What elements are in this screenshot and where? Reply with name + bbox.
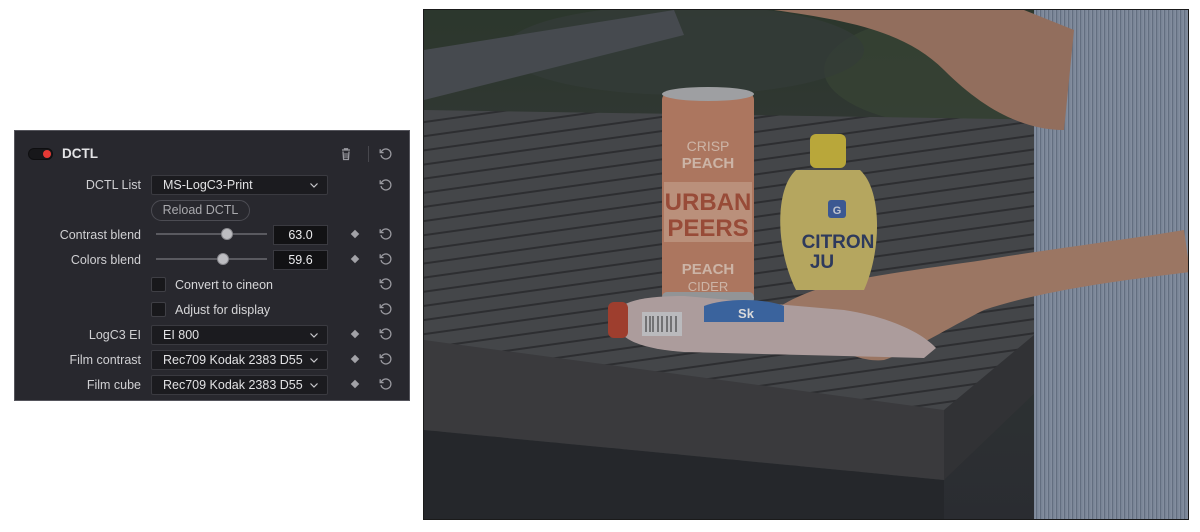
- dctl-list-dropdown[interactable]: MS-LogC3-Print: [151, 175, 328, 195]
- contrast-blend-label: Contrast blend: [59, 228, 141, 242]
- film-contrast-dropdown[interactable]: Rec709 Kodak 2383 D55: [151, 350, 328, 370]
- reset-icon[interactable]: [378, 146, 394, 162]
- logc3-ei-label: LogC3 EI: [88, 328, 141, 342]
- film-contrast-value: Rec709 Kodak 2383 D55: [163, 353, 303, 367]
- keyframe-diamond-icon[interactable]: [350, 354, 360, 364]
- trash-icon[interactable]: [338, 146, 354, 162]
- reset-icon[interactable]: [378, 326, 394, 342]
- chevron-down-icon: [310, 333, 318, 338]
- panel-header: DCTL: [15, 131, 409, 177]
- chevron-down-icon: [310, 183, 318, 188]
- chevron-down-icon: [310, 358, 318, 363]
- toggle-knob: [43, 150, 51, 158]
- adjust-display-checkbox[interactable]: [151, 302, 166, 317]
- reset-icon[interactable]: [378, 251, 394, 267]
- reset-icon[interactable]: [378, 351, 394, 367]
- dctl-panel: DCTL DCTL List MS-LogC3-Print Reload DCT…: [14, 130, 410, 401]
- colors-blend-slider[interactable]: [156, 253, 267, 265]
- dctl-list-label: DCTL List: [85, 178, 141, 192]
- contrast-blend-slider[interactable]: [156, 228, 267, 240]
- film-cube-dropdown[interactable]: Rec709 Kodak 2383 D55: [151, 375, 328, 395]
- reset-icon[interactable]: [378, 177, 394, 193]
- reload-dctl-button[interactable]: Reload DCTL: [151, 200, 250, 221]
- reset-icon[interactable]: [378, 276, 394, 292]
- keyframe-diamond-icon[interactable]: [350, 329, 360, 339]
- reset-icon[interactable]: [378, 301, 394, 317]
- film-cube-value: Rec709 Kodak 2383 D55: [163, 378, 303, 392]
- logc3-ei-value: EI 800: [163, 328, 200, 342]
- logc3-ei-dropdown[interactable]: EI 800: [151, 325, 328, 345]
- enable-toggle[interactable]: [28, 148, 53, 160]
- keyframe-diamond-icon[interactable]: [350, 379, 360, 389]
- drinks-photo: CRISP PEACH URBAN PEERS PEACH CIDER G CI…: [424, 10, 1188, 519]
- film-cube-label: Film cube: [86, 378, 141, 392]
- chevron-down-icon: [310, 383, 318, 388]
- keyframe-diamond-icon[interactable]: [350, 229, 360, 239]
- slider-thumb[interactable]: [217, 253, 230, 265]
- colors-blend-value[interactable]: 59.6: [273, 250, 328, 270]
- header-divider: [368, 146, 369, 162]
- panel-title: DCTL: [62, 146, 98, 161]
- convert-cineon-checkbox[interactable]: [151, 277, 166, 292]
- convert-cineon-label: Convert to cineon: [175, 278, 273, 292]
- contrast-blend-value[interactable]: 63.0: [273, 225, 328, 245]
- dctl-list-value: MS-LogC3-Print: [163, 178, 253, 192]
- slider-track: [156, 233, 267, 235]
- colors-blend-label: Colors blend: [70, 253, 141, 267]
- film-contrast-label: Film contrast: [69, 353, 141, 367]
- keyframe-diamond-icon[interactable]: [350, 254, 360, 264]
- slider-thumb[interactable]: [220, 228, 233, 240]
- reset-icon[interactable]: [378, 376, 394, 392]
- viewer-image: CRISP PEACH URBAN PEERS PEACH CIDER G CI…: [423, 9, 1189, 520]
- adjust-display-label: Adjust for display: [175, 303, 271, 317]
- slider-track: [156, 258, 267, 260]
- reset-icon[interactable]: [378, 226, 394, 242]
